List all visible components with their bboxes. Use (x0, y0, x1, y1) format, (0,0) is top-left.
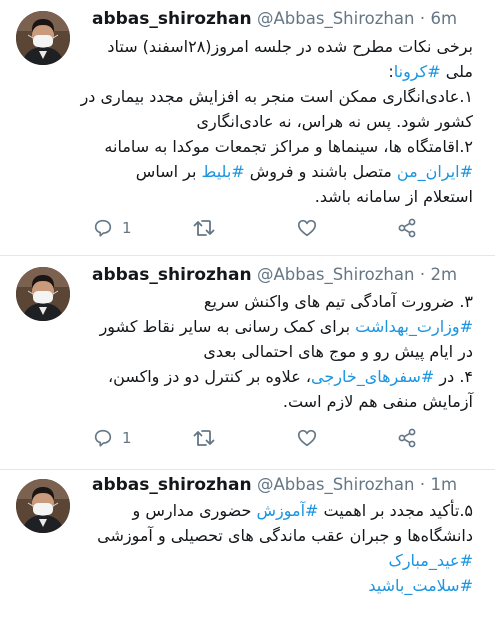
text-segment: متصل باشند و فروش (244, 162, 397, 181)
text-line: کشور شود. پس نه هراس، نه عادی‌انگاری (83, 109, 473, 134)
hashtag-link[interactable]: #کرونا (394, 62, 441, 81)
handle[interactable]: @Abbas_Shirozhan (257, 475, 414, 494)
tweet-text: ۳. ضرورت آمادگی تیم های واکنش سریع #وزار… (83, 289, 473, 414)
text-segment: ۳. ضرورت آمادگی تیم های واکنش سریع (203, 292, 473, 311)
share-button[interactable] (396, 216, 418, 240)
hashtag-link[interactable]: #عید_مبارک (389, 551, 474, 570)
text-segment: استعلام از سامانه باشد. (314, 187, 473, 206)
text-line: آزمایش منفی هم لازم است. (83, 389, 473, 414)
text-line: #عید_مبارک (83, 548, 474, 573)
text-segment: بر اساس (135, 162, 202, 181)
hashtag-link[interactable]: #وزارت_بهداشت (355, 317, 473, 336)
tweet-actions: 1 (92, 426, 422, 450)
text-line: #سلامت_باشید (83, 573, 473, 598)
tweet-text: ۵.تأکید مجدد بر اهمیت #آموزش حضوری مدارس… (83, 498, 473, 598)
retweet-button[interactable] (192, 216, 216, 240)
tweet[interactable]: abbas_shirozhan @Abbas_Shirozhan · 6m بر… (0, 0, 495, 255)
tweet[interactable]: abbas_shirozhan @Abbas_Shirozhan · 2m ۳.… (0, 256, 495, 469)
display-name[interactable]: abbas_shirozhan (92, 9, 252, 29)
reply-icon (92, 217, 114, 239)
text-line: ۴. در #سفرهای_خارجی، علاوه بر کنترل دو د… (83, 364, 473, 389)
text-line: ۲.اقامتگاه ها، سینماها و مراکز تجمعات مو… (83, 134, 473, 159)
separator: · (419, 475, 426, 494)
hashtag-link[interactable]: #آموزش (256, 501, 318, 520)
text-segment: ۱.عادی‌انگاری ممکن است منجر به افزایش مج… (80, 87, 473, 106)
text-line: ۱.عادی‌انگاری ممکن است منجر به افزایش مج… (80, 84, 473, 109)
hashtag-link[interactable]: #ایران_من (397, 162, 473, 181)
text-segment: دانشگاه‌ها و جبران عقب ماندگی های تحصیلی… (97, 526, 473, 545)
text-segment: ، علاوه بر کنترل دو دز واکسن، (108, 367, 311, 386)
text-segment: برای کمک رسانی به سایر نقاط کشور (99, 317, 356, 336)
text-segment: ۲.اقامتگاه ها، سینماها و مراکز تجمعات مو… (104, 137, 473, 156)
handle[interactable]: @Abbas_Shirozhan (257, 9, 414, 28)
hashtag-link[interactable]: #بلیط (202, 162, 245, 181)
text-line: برخی نکات مطرح شده در جلسه امروز(۲۸اسفند… (83, 34, 473, 59)
hashtag-link[interactable]: #سفرهای_خارجی (311, 367, 434, 386)
text-line: ۳. ضرورت آمادگی تیم های واکنش سریع (83, 289, 473, 314)
text-line: #وزارت_بهداشت برای کمک رسانی به سایر نقا… (83, 314, 473, 339)
timestamp[interactable]: 2m (430, 265, 457, 284)
tweet[interactable]: abbas_shirozhan @Abbas_Shirozhan · 1m ۵.… (0, 470, 495, 640)
tweet-header: abbas_shirozhan @Abbas_Shirozhan · 1m (92, 474, 457, 496)
text-line: استعلام از سامانه باشد. (83, 184, 473, 209)
timestamp[interactable]: 1m (430, 475, 457, 494)
share-icon (396, 217, 418, 239)
text-segment: حضوری مدارس و (132, 501, 257, 520)
text-segment: در ایام پیش رو و موج های احتمالی بعدی (203, 342, 473, 361)
avatar[interactable] (16, 267, 70, 321)
text-segment: کشور شود. پس نه هراس، نه عادی‌انگاری (196, 112, 473, 131)
avatar[interactable] (16, 11, 70, 65)
tweet-header: abbas_shirozhan @Abbas_Shirozhan · 2m (92, 264, 457, 286)
display-name[interactable]: abbas_shirozhan (92, 475, 252, 495)
avatar[interactable] (16, 479, 70, 533)
reply-button[interactable]: 1 (92, 426, 132, 450)
text-line: ۵.تأکید مجدد بر اهمیت #آموزش حضوری مدارس… (83, 498, 473, 523)
text-segment: ۴. در (434, 367, 473, 386)
text-line: ملی #کرونا: (83, 59, 473, 84)
separator: · (419, 265, 426, 284)
tweet-text: برخی نکات مطرح شده در جلسه امروز(۲۸اسفند… (80, 34, 473, 209)
retweet-button[interactable] (192, 426, 216, 450)
heart-icon (296, 427, 318, 449)
reply-button[interactable]: 1 (92, 216, 132, 240)
text-segment: ۵.تأکید مجدد بر اهمیت (318, 501, 474, 520)
timestamp[interactable]: 6m (430, 9, 457, 28)
text-line: #ایران_من متصل باشند و فروش #بلیط بر اسا… (83, 159, 473, 184)
like-button[interactable] (296, 216, 318, 240)
reply-count: 1 (122, 219, 132, 237)
retweet-icon (192, 217, 216, 239)
tweet-header: abbas_shirozhan @Abbas_Shirozhan · 6m (92, 8, 457, 30)
reply-icon (92, 427, 114, 449)
tweet-actions: 1 (92, 216, 422, 240)
text-line: دانشگاه‌ها و جبران عقب ماندگی های تحصیلی… (83, 523, 473, 548)
separator: · (419, 9, 426, 28)
reply-count: 1 (122, 429, 132, 447)
handle[interactable]: @Abbas_Shirozhan (257, 265, 414, 284)
retweet-icon (192, 427, 216, 449)
share-button[interactable] (396, 426, 418, 450)
text-segment: آزمایش منفی هم لازم است. (282, 392, 473, 411)
display-name[interactable]: abbas_shirozhan (92, 265, 252, 285)
text-line: در ایام پیش رو و موج های احتمالی بعدی (83, 339, 473, 364)
hashtag-link[interactable]: #سلامت_باشید (368, 576, 473, 595)
like-button[interactable] (296, 426, 318, 450)
share-icon (396, 427, 418, 449)
text-segment: ملی (440, 62, 473, 81)
heart-icon (296, 217, 318, 239)
text-segment: برخی نکات مطرح شده در جلسه امروز(۲۸اسفند… (107, 37, 473, 56)
